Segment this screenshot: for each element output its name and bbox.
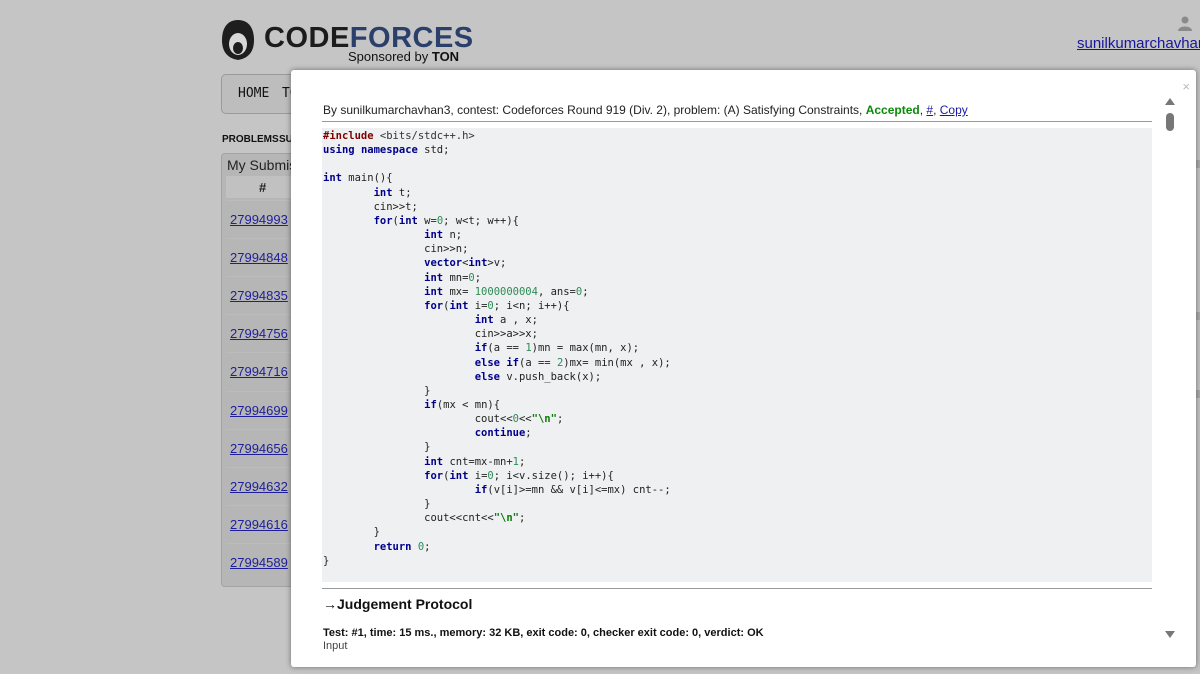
submission-row: 27994993: [226, 200, 292, 237]
source-code: #include <bits/stdc++.h> using namespace…: [323, 130, 671, 567]
scrollbar-thumb[interactable]: [1166, 113, 1174, 131]
submission-row: 27994656: [226, 428, 292, 466]
submission-id-link[interactable]: 27994632: [230, 479, 288, 494]
source-code-block: #include <bits/stdc++.h> using namespace…: [322, 128, 1152, 582]
submission-row: 27994756: [226, 314, 292, 351]
submission-row: 27994835: [226, 276, 292, 313]
sponsor-text: Sponsored by TON: [348, 49, 460, 64]
submission-id-link[interactable]: 27994656: [230, 441, 288, 456]
scroll-up-arrow-icon[interactable]: [1165, 98, 1175, 105]
submission-id-link[interactable]: 27994993: [230, 212, 288, 227]
submission-id-link[interactable]: 27994835: [230, 288, 288, 303]
verdict-label: Accepted: [865, 103, 920, 117]
submission-id-link[interactable]: 27994756: [230, 326, 288, 341]
divider: [322, 588, 1152, 589]
nav-home[interactable]: HOME: [238, 86, 269, 101]
input-label: Input: [323, 640, 348, 652]
submission-row: 27994699: [226, 390, 292, 428]
test-result-line: Test: #1, time: 15 ms., memory: 32 KB, e…: [323, 627, 764, 639]
source-code-modal: × By sunilkumarchavhan3, contest: Codefo…: [291, 70, 1196, 667]
submission-row: 27994632: [226, 466, 292, 504]
scroll-down-arrow-icon[interactable]: [1165, 631, 1175, 638]
submissions-panel-title: My Submis: [227, 157, 297, 173]
submission-id-link[interactable]: 27994589: [230, 555, 288, 570]
submission-row: 27994616: [226, 504, 292, 542]
submission-id-link[interactable]: 27994699: [230, 403, 288, 418]
close-icon[interactable]: ×: [1182, 79, 1190, 94]
copy-link[interactable]: Copy: [940, 103, 968, 117]
codeforces-logo-icon: [222, 20, 254, 60]
judgement-protocol-title[interactable]: →Judgement Protocol: [323, 596, 472, 612]
user-icon: [1178, 16, 1192, 31]
submission-row: 27994848: [226, 238, 292, 275]
submission-row: 27994589: [226, 542, 292, 580]
submission-id-header: #: [259, 180, 267, 195]
divider: [322, 121, 1152, 122]
submission-row: 27994716: [226, 352, 292, 389]
submission-id-link[interactable]: 27994616: [230, 517, 288, 532]
subnav-problems[interactable]: PROBLEMS: [222, 134, 279, 145]
submission-info-text: By sunilkumarchavhan3, contest: Codeforc…: [323, 103, 866, 117]
submission-info: By sunilkumarchavhan3, contest: Codeforc…: [323, 103, 968, 117]
submission-id-link[interactable]: 27994716: [230, 364, 288, 379]
permalink-link[interactable]: #: [926, 103, 933, 117]
submission-id-link[interactable]: 27994848: [230, 250, 288, 265]
username-link[interactable]: sunilkumarchavhan3: [1077, 35, 1200, 52]
